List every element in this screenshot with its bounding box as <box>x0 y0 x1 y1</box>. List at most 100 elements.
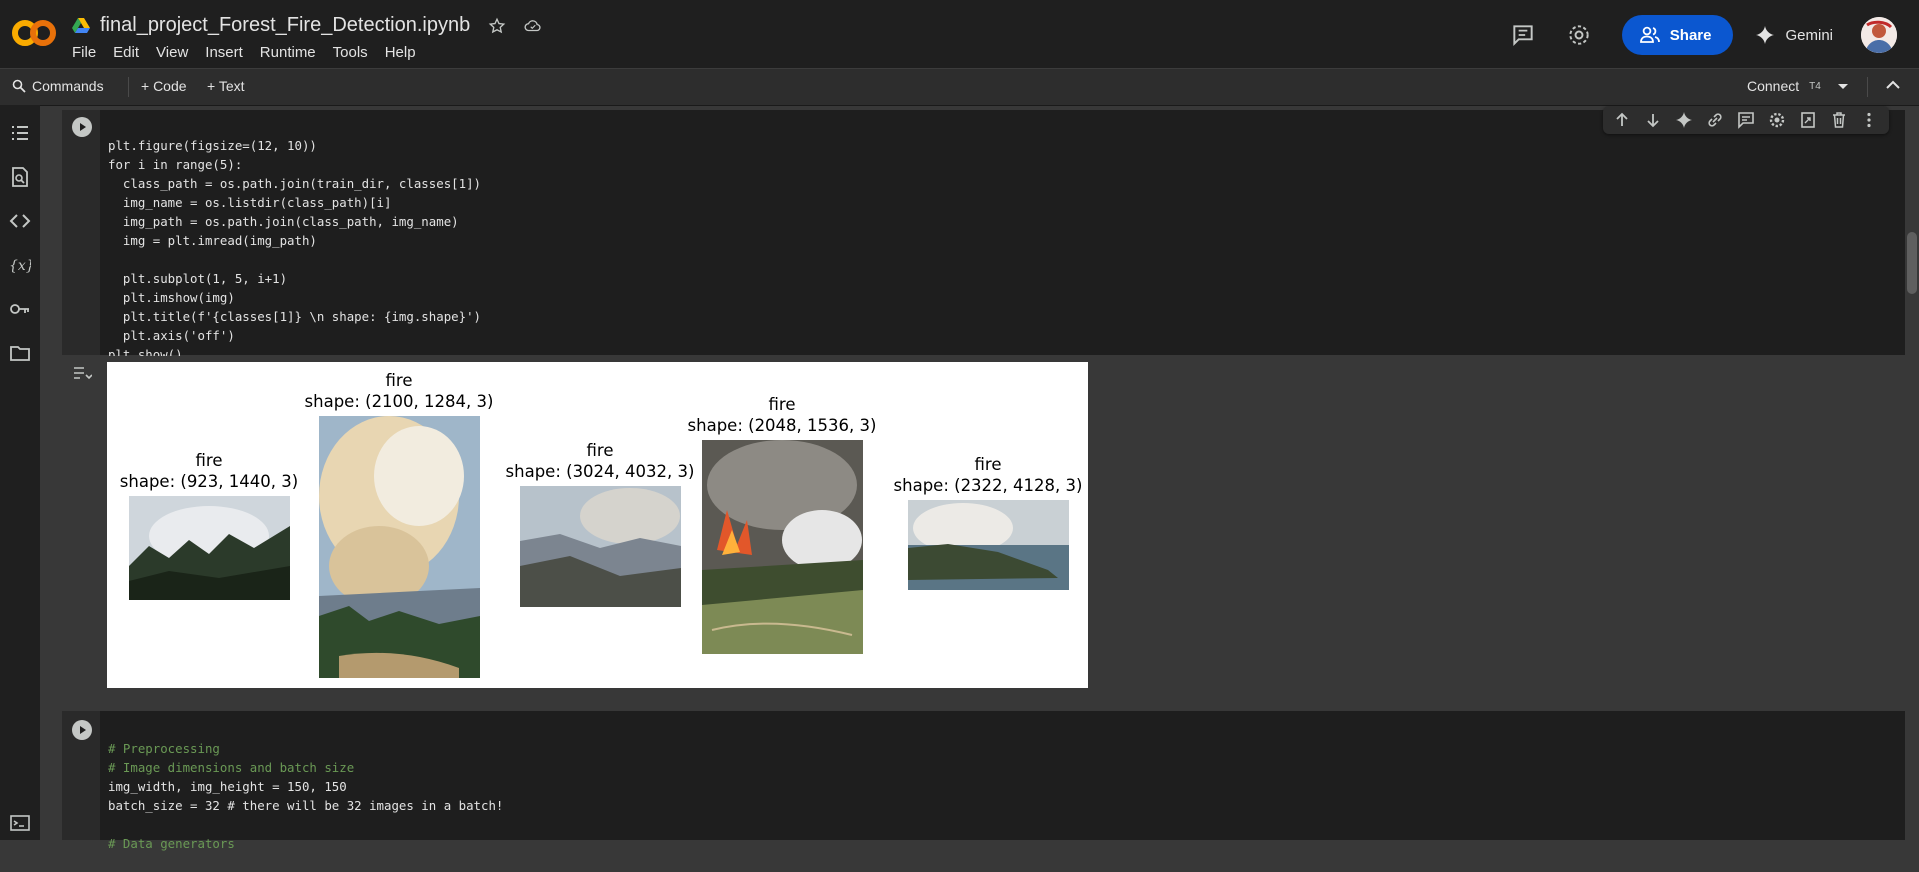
move-cell-down-icon[interactable] <box>1644 111 1662 129</box>
cell-1-gutter <box>62 110 100 355</box>
subplot-2: fire shape: (2100, 1284, 3) <box>299 370 499 683</box>
code-line: batch_size = 32 # there will be 32 image… <box>108 798 504 813</box>
table-of-contents-icon[interactable] <box>9 122 31 144</box>
share-label: Share <box>1669 26 1712 44</box>
link-icon[interactable] <box>1706 111 1724 129</box>
fire-image-3 <box>519 486 681 607</box>
add-text-button[interactable]: + Text <box>207 78 245 94</box>
cloud-saved-icon[interactable] <box>524 17 542 35</box>
subplot-class-label: fire <box>586 441 614 460</box>
left-sidebar: {x} <box>0 105 40 840</box>
commands-label: Commands <box>32 78 104 94</box>
move-cell-up-icon[interactable] <box>1613 111 1631 129</box>
terminal-icon[interactable] <box>9 812 31 834</box>
fire-image-1 <box>128 496 290 600</box>
comments-icon[interactable] <box>1510 22 1536 48</box>
people-icon <box>1639 26 1660 43</box>
code-line: # Data generators <box>108 836 235 851</box>
output-figure: fire shape: (923, 1440, 3) fire shape: (… <box>107 362 1088 688</box>
subplot-1: fire shape: (923, 1440, 3) <box>118 450 300 605</box>
svg-text:{x}: {x} <box>9 258 31 274</box>
code-line: plt.figure(figsize=(12, 10)) <box>108 138 317 153</box>
code-line: img_width, img_height = 150, 150 <box>108 779 347 794</box>
menu-bar: File Edit View Insert Runtime Tools Help <box>72 44 416 61</box>
delete-cell-icon[interactable] <box>1830 111 1848 129</box>
collapse-header-icon[interactable] <box>1886 80 1900 90</box>
code-line: # Image dimensions and batch size <box>108 760 355 775</box>
menu-help[interactable]: Help <box>385 44 416 61</box>
subplot-class-label: fire <box>768 395 796 414</box>
run-cell-2-button[interactable] <box>72 720 92 740</box>
subplot-shape-label: shape: (2100, 1284, 3) <box>304 392 494 411</box>
code-line: for i in range(5): <box>108 157 243 172</box>
connect-dropdown-icon[interactable] <box>1837 83 1849 91</box>
output-actions-icon[interactable] <box>72 362 92 382</box>
cell-2-code[interactable]: # Preprocessing # Image dimensions and ba… <box>108 720 503 872</box>
menu-tools[interactable]: Tools <box>333 44 368 61</box>
add-text-label: + Text <box>207 78 245 94</box>
code-line: img_path = os.path.join(class_path, img_… <box>108 214 459 229</box>
fire-image-4 <box>701 440 863 654</box>
cell-toolbar <box>1603 106 1889 134</box>
toolbar-divider <box>1867 77 1868 97</box>
variables-icon[interactable]: {x} <box>9 254 31 276</box>
code-line: plt.axis('off') <box>108 328 235 343</box>
code-line: plt.subplot(1, 5, i+1) <box>108 271 288 286</box>
code-line: img = plt.imread(img_path) <box>108 233 317 248</box>
toolbar-divider <box>128 77 129 97</box>
subplot-class-label: fire <box>195 451 223 470</box>
user-avatar[interactable] <box>1861 17 1897 53</box>
secrets-key-icon[interactable] <box>9 298 31 320</box>
avatar-image <box>1861 17 1897 53</box>
code-line: plt.imshow(img) <box>108 290 235 305</box>
comment-icon[interactable] <box>1737 111 1755 129</box>
code-snippets-icon[interactable] <box>9 210 31 232</box>
menu-runtime[interactable]: Runtime <box>260 44 316 61</box>
add-code-label: + Code <box>141 78 187 94</box>
runtime-badge: T4 <box>1809 80 1821 92</box>
fire-image-2 <box>318 416 480 678</box>
cell-1-code[interactable]: plt.figure(figsize=(12, 10)) for i in ran… <box>108 117 481 383</box>
add-code-button[interactable]: + Code <box>141 78 187 94</box>
gemini-label: Gemini <box>1785 26 1833 44</box>
gemini-sparkle-icon[interactable] <box>1675 111 1693 129</box>
subplot-class-label: fire <box>385 371 413 390</box>
star-icon[interactable] <box>488 17 506 35</box>
subplot-shape-label: shape: (923, 1440, 3) <box>119 472 299 491</box>
subplot-5: fire shape: (2322, 4128, 3) <box>888 454 1088 595</box>
cell-settings-icon[interactable] <box>1768 111 1786 129</box>
commands-button[interactable]: Commands <box>12 78 104 94</box>
share-button[interactable]: Share <box>1621 15 1734 55</box>
connect-button[interactable]: Connect T4 <box>1747 78 1821 94</box>
search-icon <box>12 79 26 93</box>
fire-image-5 <box>907 500 1069 590</box>
menu-view[interactable]: View <box>156 44 188 61</box>
connect-label: Connect <box>1747 78 1800 94</box>
google-drive-icon[interactable] <box>72 17 90 34</box>
notebook-scrollbar[interactable] <box>1907 232 1917 294</box>
play-icon <box>80 123 86 131</box>
gemini-sparkle-icon <box>1756 26 1775 44</box>
settings-gear-icon[interactable] <box>1566 22 1592 48</box>
menu-file[interactable]: File <box>72 44 96 61</box>
notebook-title[interactable]: final_project_Forest_Fire_Detection.ipyn… <box>100 14 470 37</box>
more-options-icon[interactable] <box>1860 111 1878 129</box>
subplot-4: fire shape: (2048, 1536, 3) <box>682 394 882 659</box>
gemini-button[interactable]: Gemini <box>1755 25 1833 45</box>
notebook-toolbar: Commands + Code + Text Connect T4 <box>0 68 1919 106</box>
menu-edit[interactable]: Edit <box>113 44 139 61</box>
subplot-class-label: fire <box>974 455 1002 474</box>
subplot-3: fire shape: (3024, 4032, 3) <box>500 440 700 612</box>
files-folder-icon[interactable] <box>9 342 31 364</box>
run-cell-1-button[interactable] <box>72 117 92 137</box>
code-line: plt.title(f'{classes[1]} \n shape: {img.… <box>108 309 481 324</box>
menu-insert[interactable]: Insert <box>205 44 243 61</box>
find-replace-icon[interactable] <box>9 166 31 188</box>
code-line: img_name = os.listdir(class_path)[i] <box>108 195 392 210</box>
mirror-cell-tab-icon[interactable] <box>1799 111 1817 129</box>
code-line: # Preprocessing <box>108 741 220 756</box>
top-bar: final_project_Forest_Fire_Detection.ipyn… <box>0 0 1919 68</box>
colab-logo[interactable] <box>12 14 56 52</box>
